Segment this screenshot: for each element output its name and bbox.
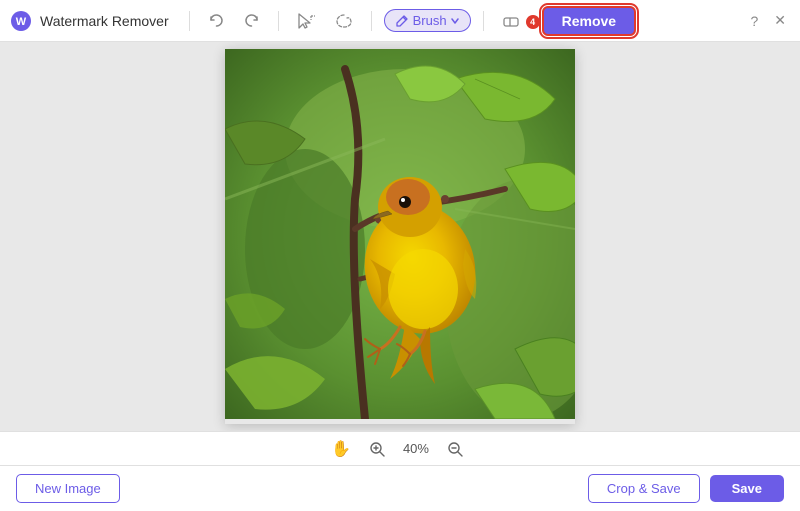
selection-tool-button[interactable] (291, 8, 321, 34)
pan-tool-icon[interactable]: ✋ (331, 439, 351, 459)
close-button[interactable]: ✕ (770, 10, 790, 31)
divider-1 (189, 11, 190, 31)
statusbar: ✋ 40% (0, 431, 800, 465)
bird-image (225, 49, 575, 419)
brush-tool-button[interactable]: Brush (384, 9, 471, 32)
redo-button[interactable] (238, 9, 266, 33)
divider-2 (278, 11, 279, 31)
window-controls: ? ✕ (746, 10, 790, 31)
help-button[interactable]: ? (746, 11, 762, 31)
eraser-tool-button[interactable] (496, 8, 526, 34)
titlebar: W Watermark Remover (0, 0, 800, 42)
save-button[interactable]: Save (710, 475, 784, 502)
bottombar: New Image Crop & Save Save (0, 465, 800, 511)
svg-text:W: W (16, 16, 27, 28)
zoom-in-button[interactable] (363, 439, 391, 459)
badge-count: 4 (526, 15, 540, 29)
divider-4 (483, 11, 484, 31)
new-image-button[interactable]: New Image (16, 474, 120, 503)
zoom-level: 40% (403, 441, 429, 456)
zoom-out-button[interactable] (441, 439, 469, 459)
remove-button[interactable]: Remove (542, 6, 636, 36)
canvas-area (0, 42, 800, 431)
image-container (225, 49, 575, 424)
undo-button[interactable] (202, 9, 230, 33)
app-title: Watermark Remover (40, 13, 169, 29)
divider-3 (371, 11, 372, 31)
app-logo: W (10, 10, 32, 32)
bottom-right-actions: Crop & Save Save (588, 474, 784, 503)
brush-label: Brush (413, 13, 447, 28)
lasso-tool-button[interactable] (329, 8, 359, 34)
crop-save-button[interactable]: Crop & Save (588, 474, 700, 503)
